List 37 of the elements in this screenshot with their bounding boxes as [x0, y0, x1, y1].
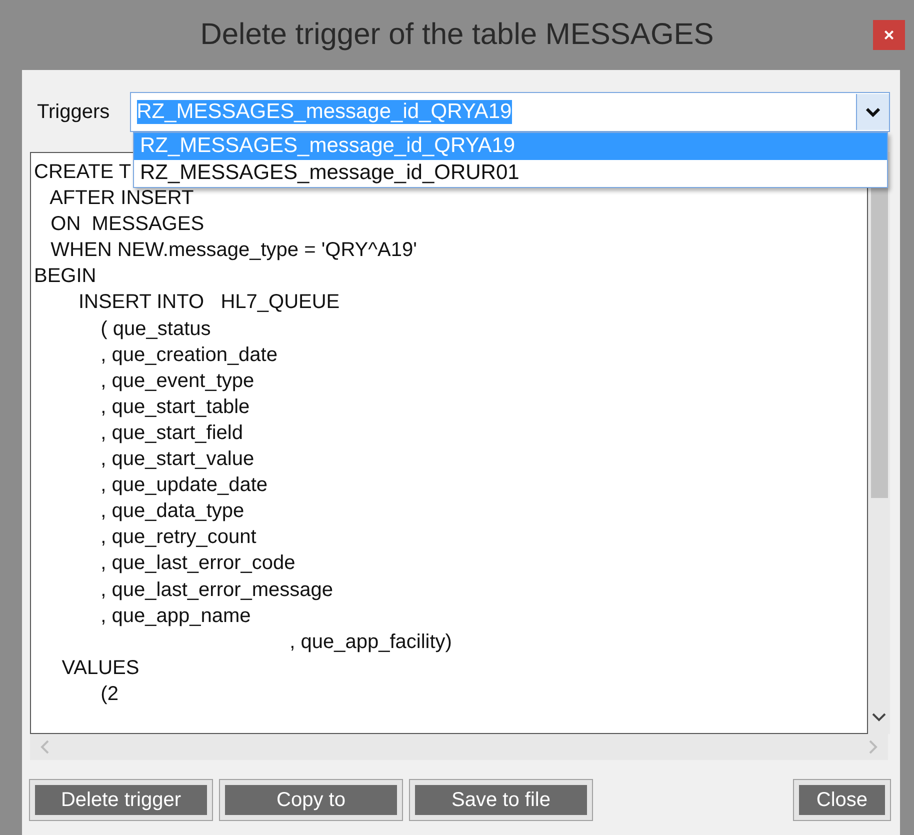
- chevron-down-icon: [866, 107, 880, 117]
- sql-code-line: , que_last_error_code: [100, 551, 296, 576]
- scroll-down-icon[interactable]: [872, 712, 886, 722]
- sql-code-line: WHEN NEW.message_type = 'QRY^A19': [50, 238, 417, 264]
- sql-code-line: , que_creation_date: [100, 342, 278, 368]
- sql-code-line: AFTER INSERT: [48, 186, 194, 212]
- triggers-dropdown[interactable]: RZ_MESSAGES_message_id_QRYA19: [130, 92, 890, 132]
- window-title: Delete trigger of the table MESSAGES: [200, 18, 714, 52]
- sql-code-line: ( que_status: [100, 316, 211, 342]
- sql-code-line: , que_app_name: [100, 604, 251, 629]
- dropdown-option[interactable]: RZ_MESSAGES_message_id_ORUR01: [134, 160, 887, 187]
- sql-code-line: , que_update_date: [100, 473, 268, 498]
- save-to-file-button[interactable]: Save to file: [410, 780, 592, 820]
- sql-code-line: , que_app_facility): [288, 630, 452, 655]
- dropdown-button[interactable]: [856, 94, 889, 130]
- sql-code-line: , que_last_error_message: [100, 578, 334, 602]
- close-dialog-button[interactable]: Close: [794, 780, 890, 820]
- dropdown-option[interactable]: RZ_MESSAGES_message_id_QRYA19: [134, 133, 887, 160]
- scroll-right-icon[interactable]: [868, 740, 878, 754]
- sql-code-line: VALUES: [60, 656, 140, 681]
- delete-trigger-button[interactable]: Delete trigger: [30, 780, 212, 820]
- sql-code-line: ON MESSAGES: [50, 212, 204, 238]
- close-button[interactable]: ×: [873, 20, 905, 50]
- sql-code-line: , que_event_type: [100, 368, 254, 394]
- sql-code-line: (2: [100, 682, 118, 707]
- scroll-left-icon[interactable]: [40, 740, 50, 754]
- sql-code-line: INSERT INTO HL7_QUEUE: [77, 290, 340, 316]
- sql-code-line: , que_start_field: [100, 420, 243, 446]
- triggers-label: Triggers: [37, 100, 110, 124]
- sql-code-line: , que_start_table: [100, 394, 250, 420]
- sql-code-line: CREATE T: [34, 160, 132, 185]
- sql-code-line: , que_retry_count: [100, 525, 256, 550]
- scrollbar-thumb[interactable]: [870, 188, 888, 498]
- copy-to-button[interactable]: Copy to: [220, 780, 402, 820]
- sql-code-line: , que_data_type: [100, 499, 244, 524]
- sql-code-line: BEGIN: [34, 264, 96, 290]
- sql-code-line: , que_start_value: [100, 447, 254, 472]
